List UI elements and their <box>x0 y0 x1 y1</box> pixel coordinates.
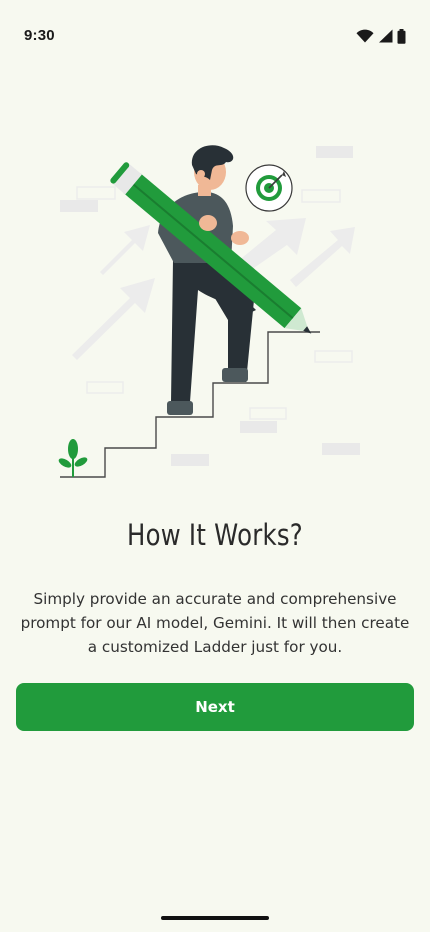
status-icons <box>356 27 406 45</box>
next-button[interactable]: Next <box>16 683 414 731</box>
plant-icon <box>58 439 88 477</box>
onboarding-description: Simply provide an accurate and comprehen… <box>20 590 410 656</box>
cellular-signal-icon <box>379 29 393 43</box>
status-bar: 9:30 <box>0 0 430 72</box>
person-head <box>191 145 234 190</box>
background-arrow-left <box>72 278 155 360</box>
climbing-illustration <box>58 145 360 478</box>
wifi-icon <box>356 29 374 43</box>
status-time: 9:30 <box>24 27 55 44</box>
background-arrow-mid <box>100 225 150 275</box>
battery-icon <box>397 28 406 44</box>
onboarding-title: How It Works? <box>127 518 303 552</box>
home-indicator[interactable] <box>161 916 269 920</box>
target-icon <box>245 164 293 212</box>
